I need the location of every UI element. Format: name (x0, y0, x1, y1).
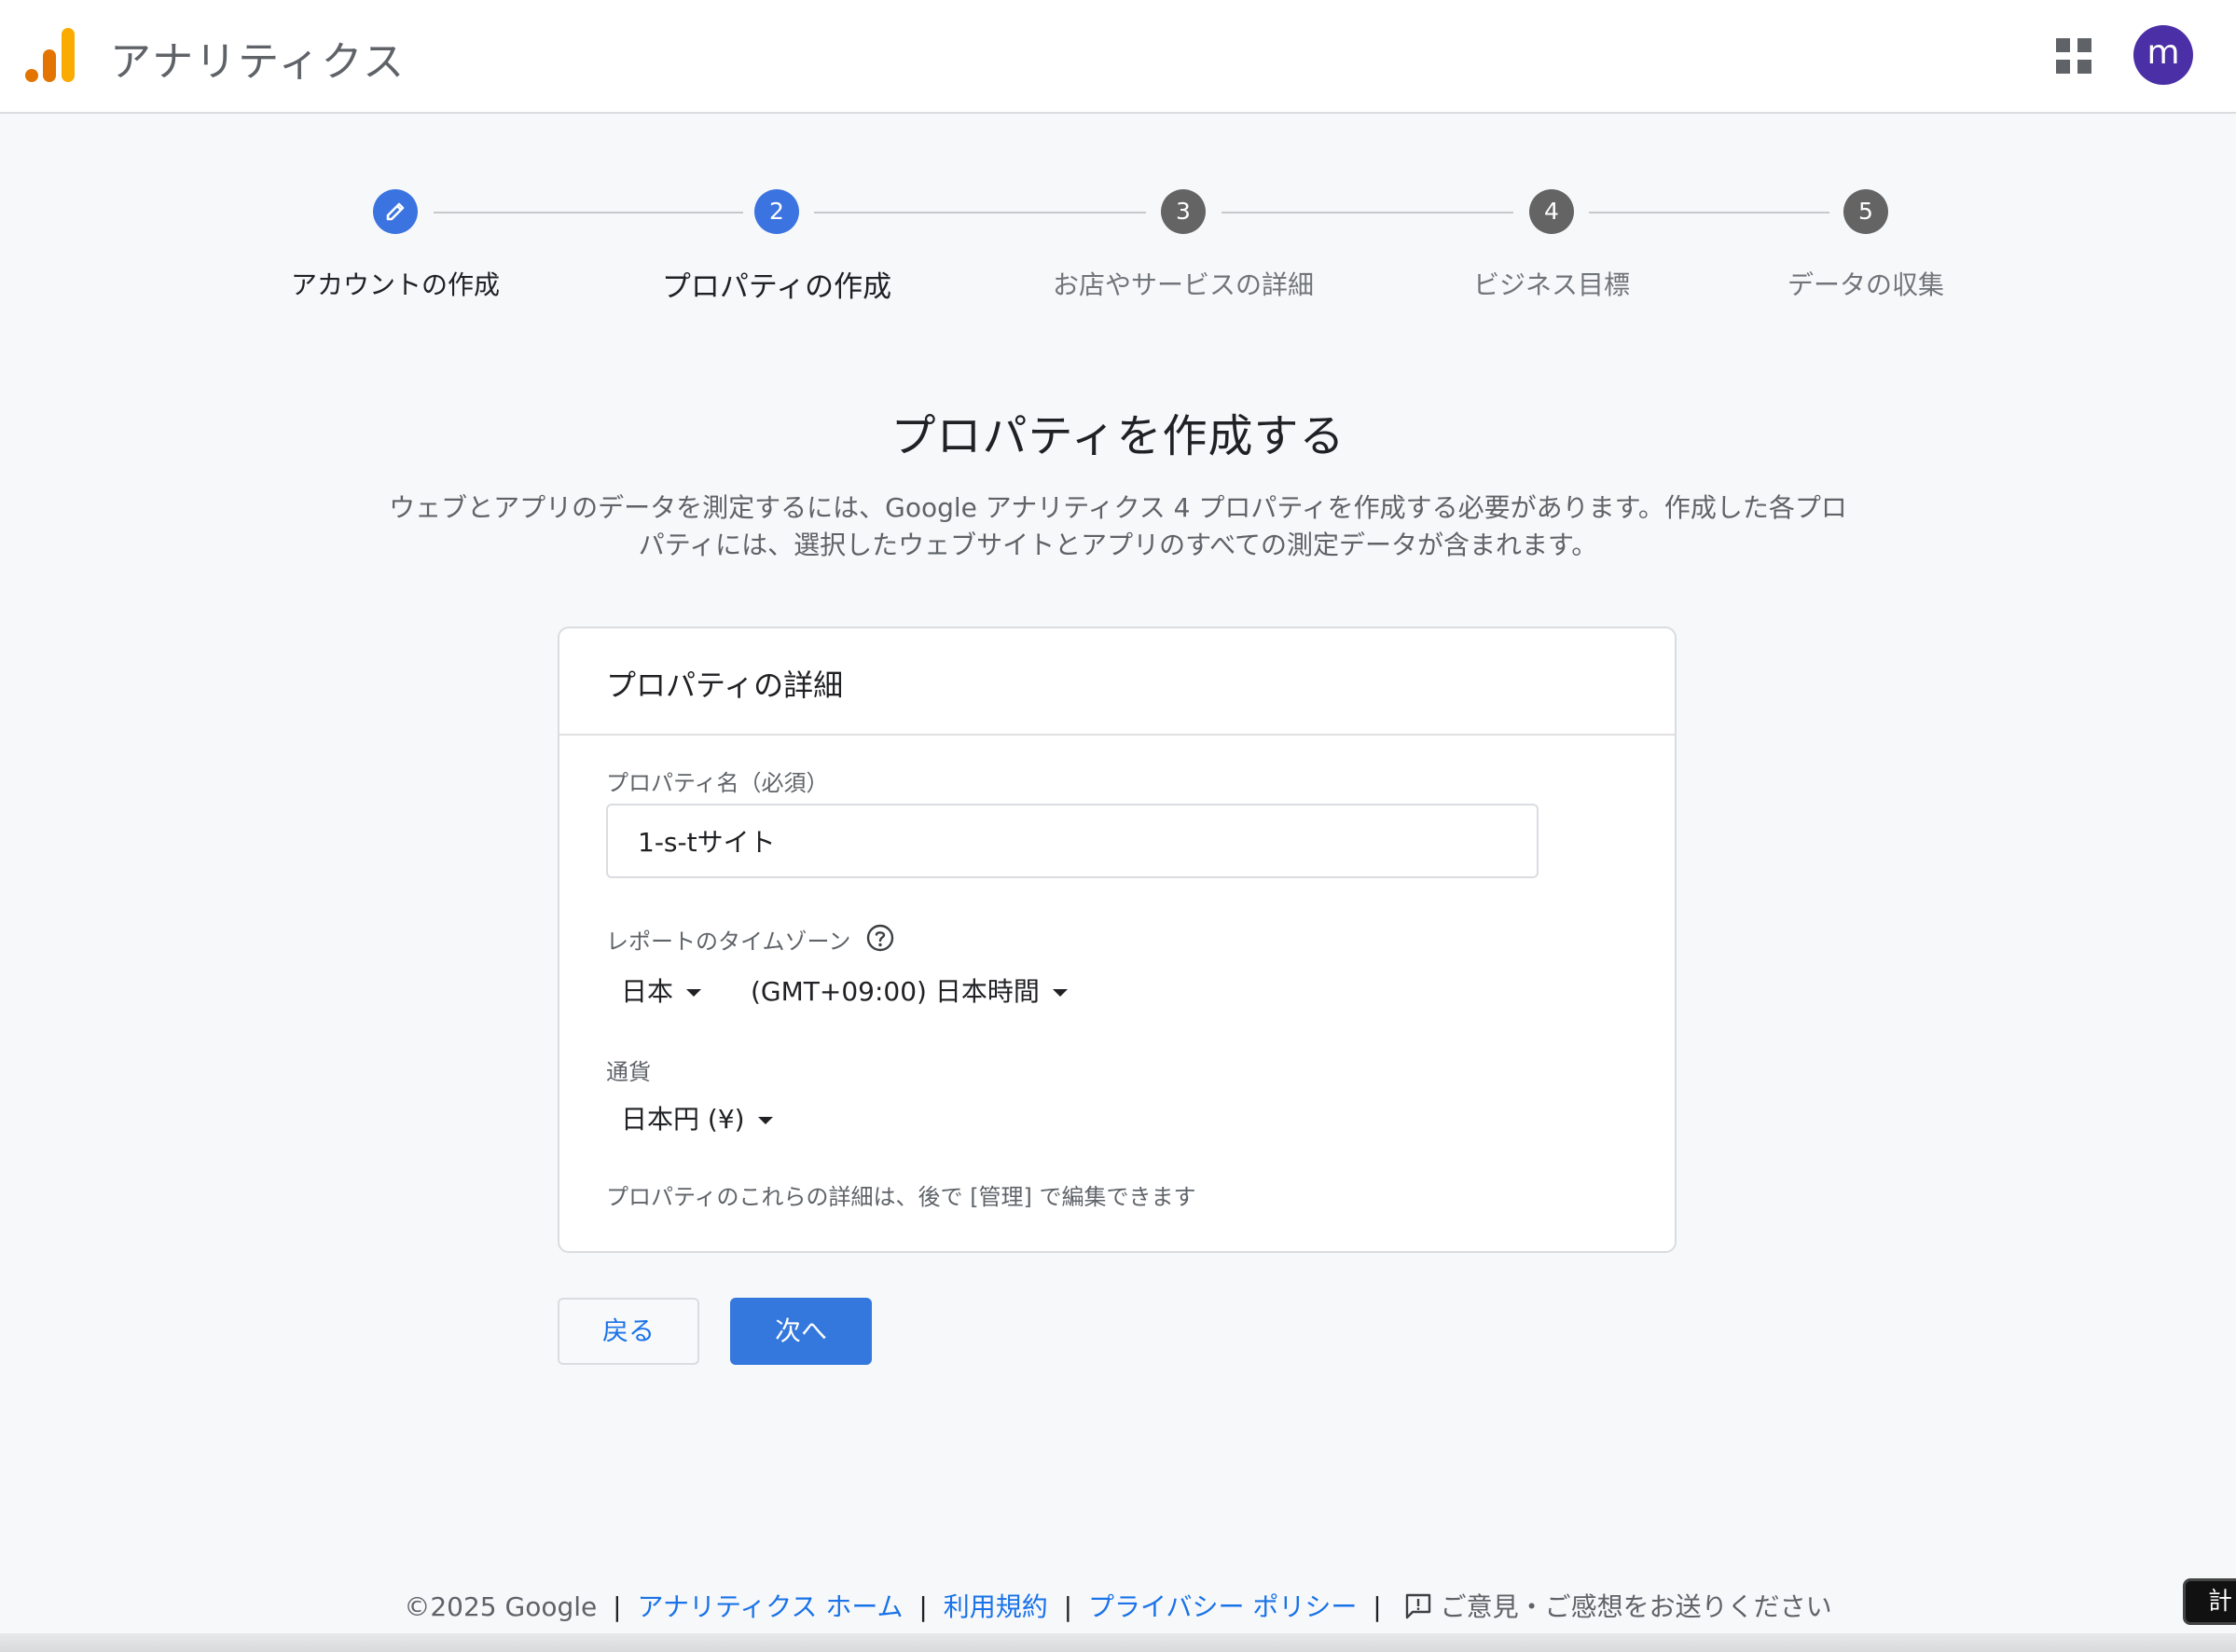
timezone-country-value: 日本 (621, 976, 674, 1007)
analytics-logo-icon[interactable] (24, 26, 75, 84)
feedback-icon (1405, 1593, 1430, 1619)
intro-line-1: ウェブとアプリのデータを測定するには、Google アナリティクス 4 プロパテ… (389, 492, 1847, 523)
stepper-connector (434, 212, 743, 213)
footer-copyright: ©2025 Google (404, 1591, 598, 1622)
step-2-circle: 2 (754, 189, 799, 234)
apps-grid-icon[interactable] (2056, 38, 2091, 74)
property-name-input[interactable] (606, 804, 1539, 878)
caret-down-icon (686, 989, 702, 997)
property-name-label: プロパティ名（必須） (606, 770, 829, 796)
caret-down-icon (1052, 989, 1068, 997)
caret-down-icon (757, 1117, 773, 1124)
step-4-circle: 4 (1529, 189, 1574, 234)
intro-text: ウェブとアプリのデータを測定するには、Google アナリティクス 4 プロパテ… (354, 489, 1882, 564)
account-avatar[interactable]: m (2133, 25, 2193, 85)
footer-separator: | (1373, 1591, 1382, 1622)
window-bottom-edge (0, 1633, 2236, 1652)
property-details-card: プロパティの詳細 プロパティ名（必須） レポートのタイムゾーン 日本 (GMT+… (558, 626, 1677, 1253)
top-app-bar: アナリティクス m (0, 0, 2236, 114)
pencil-icon (386, 202, 405, 221)
feedback-label: ご意見・ご感想をお送りください (1440, 1591, 1832, 1622)
currency-label: 通貨 (606, 1059, 651, 1085)
timezone-value: (GMT+09:00) 日本時間 (751, 976, 1040, 1007)
currency-value: 日本円 (¥) (621, 1104, 745, 1135)
stepper-connector (1589, 212, 1829, 213)
footer-separator: | (1063, 1591, 1073, 1622)
footer-terms-link[interactable]: 利用規約 (944, 1591, 1048, 1622)
edit-later-note: プロパティのこれらの詳細は、後で [管理] で編集できます (606, 1184, 1196, 1210)
step-1-circle (373, 189, 418, 234)
page-title: プロパティを作成する (890, 410, 1346, 462)
step-4-label: ビジネス目標 (1472, 269, 1631, 300)
currency-dropdown[interactable]: 日本円 (¥) (621, 1099, 773, 1136)
next-button[interactable]: 次へ (730, 1298, 872, 1365)
step-5-label: データの収集 (1787, 269, 1945, 300)
step-3-label: お店やサービスの詳細 (1052, 269, 1315, 300)
footer-privacy-link[interactable]: プライバシー ポリシー (1088, 1591, 1357, 1622)
timezone-country-dropdown[interactable]: 日本 (621, 971, 702, 1009)
step-2-label: プロパティの作成 (661, 270, 892, 304)
footer-separator: | (918, 1591, 928, 1622)
footer-separator: | (613, 1591, 622, 1622)
app-title: アナリティクス (110, 38, 407, 86)
card-title: プロパティの詳細 (606, 668, 844, 703)
step-5-circle: 5 (1843, 189, 1888, 234)
card-divider (559, 734, 1675, 736)
stepper-connector (814, 212, 1146, 213)
help-circle-icon[interactable] (865, 923, 895, 953)
footer-analytics-home-link[interactable]: アナリティクス ホーム (638, 1591, 904, 1622)
back-button[interactable]: 戻る (558, 1298, 699, 1365)
timezone-dropdown[interactable]: (GMT+09:00) 日本時間 (751, 971, 1068, 1009)
step-1-label: アカウントの作成 (290, 269, 501, 300)
timezone-label: レポートのタイムゾーン (606, 929, 851, 955)
stepper-connector (1222, 212, 1513, 213)
corner-overlay-chip[interactable]: 計 (2183, 1578, 2236, 1625)
footer: ©2025 Google | アナリティクス ホーム | 利用規約 | プライバ… (0, 1587, 2236, 1630)
step-3-circle: 3 (1161, 189, 1206, 234)
intro-line-2: パティには、選択したウェブサイトとアプリのすべての測定データが含まれます。 (638, 530, 1598, 560)
feedback-link[interactable]: ご意見・ご感想をお送りください (1398, 1591, 1832, 1622)
